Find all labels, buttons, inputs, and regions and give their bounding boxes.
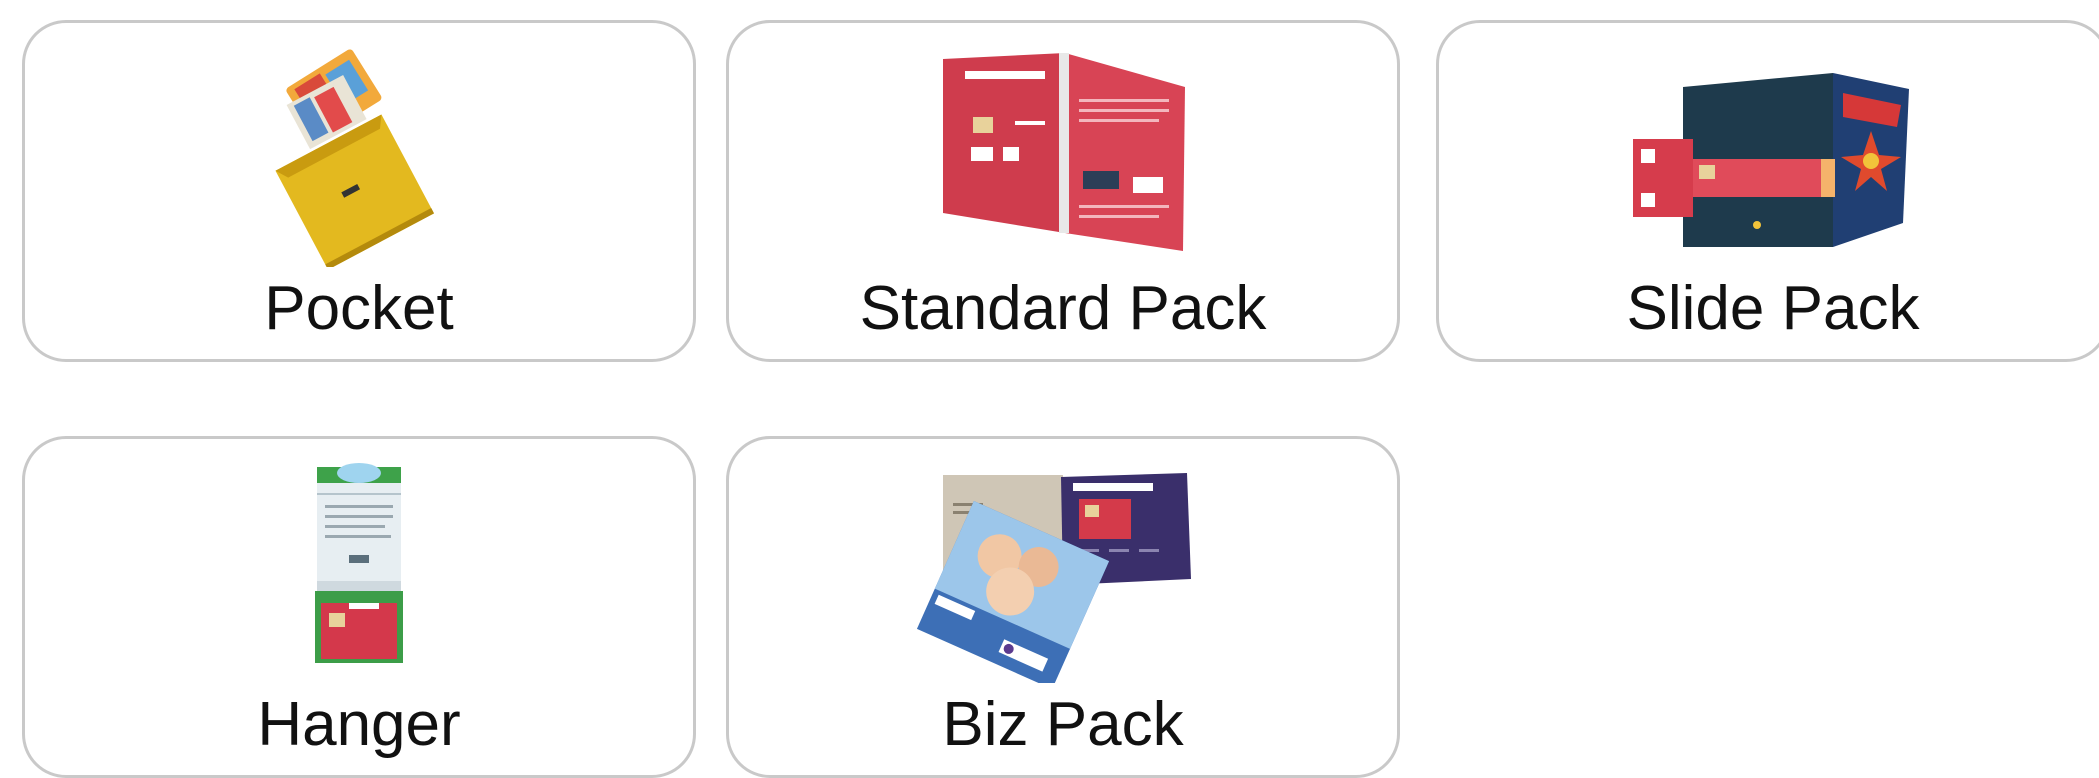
- slide-pack-image: [1613, 37, 1933, 267]
- packaging-option-hanger[interactable]: Hanger: [22, 436, 696, 778]
- hanger-package-image: [199, 453, 519, 683]
- packaging-option-label: Biz Pack: [942, 690, 1184, 759]
- packaging-option-label: Slide Pack: [1626, 274, 1920, 343]
- packaging-option-label: Pocket: [264, 274, 454, 343]
- packaging-option-pocket[interactable]: Pocket: [22, 20, 696, 362]
- packaging-option-label: Standard Pack: [859, 274, 1267, 343]
- packaging-option-standard-pack[interactable]: Standard Pack: [726, 20, 1400, 362]
- pocket-package-image: [199, 37, 519, 267]
- packaging-option-slide-pack[interactable]: Slide Pack: [1436, 20, 2099, 362]
- biz-pack-image: [903, 453, 1223, 683]
- packaging-option-biz-pack[interactable]: Biz Pack: [726, 436, 1400, 778]
- packaging-option-label: Hanger: [257, 690, 461, 759]
- standard-pack-image: [903, 37, 1223, 267]
